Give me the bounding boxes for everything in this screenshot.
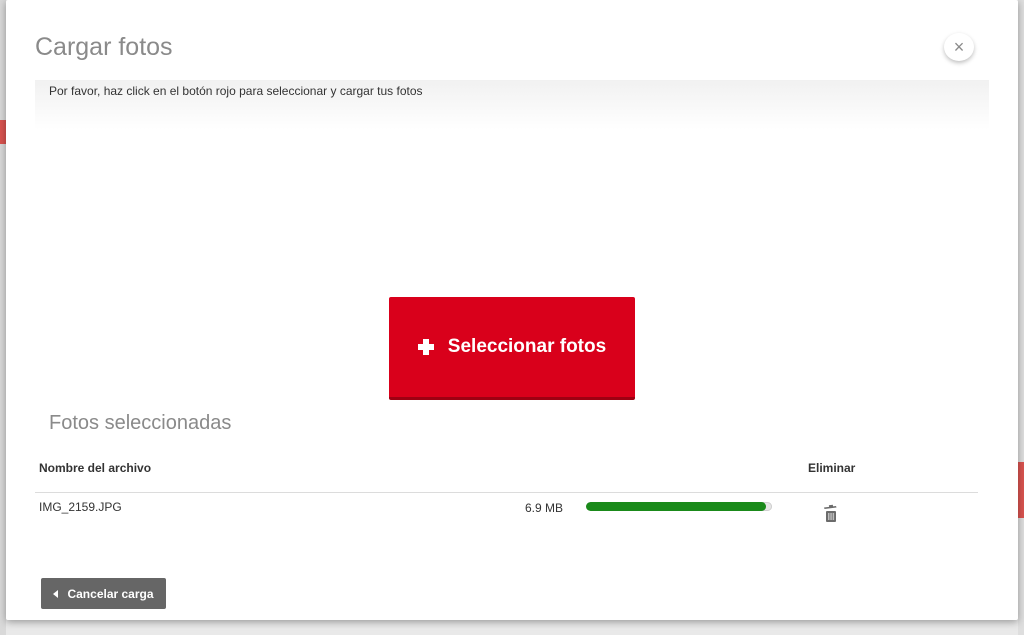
upload-progress-bar	[586, 502, 772, 511]
caret-left-icon	[53, 589, 59, 598]
file-size: 6.9 MB	[525, 501, 564, 515]
column-header-delete: Eliminar	[808, 461, 856, 475]
select-photos-button[interactable]: Seleccionar fotos	[389, 297, 635, 400]
backdrop-right	[1018, 0, 1024, 635]
plus-icon	[417, 339, 434, 355]
upload-progress-fill	[586, 502, 767, 511]
backdrop-accent-right	[1018, 462, 1024, 518]
modal-title: Cargar fotos	[35, 33, 173, 61]
close-button[interactable]: ×	[944, 33, 974, 61]
close-icon: ×	[953, 36, 965, 57]
cancel-upload-label: Cancelar carga	[67, 586, 154, 601]
cancel-upload-button[interactable]: Cancelar carga	[41, 578, 166, 609]
selected-photos-title: Fotos seleccionadas	[49, 412, 232, 434]
upload-photos-modal: Cargar fotos × Por favor, haz click en e…	[6, 0, 1018, 620]
header-divider	[35, 492, 978, 493]
trash-icon[interactable]	[821, 504, 841, 524]
instructions-text: Por favor, haz click en el botón rojo pa…	[49, 84, 423, 98]
file-name: IMG_2159.JPG	[39, 500, 122, 514]
select-photos-label: Seleccionar fotos	[447, 336, 607, 357]
instructions-panel: Por favor, haz click en el botón rojo pa…	[35, 80, 989, 130]
column-header-filename: Nombre del archivo	[39, 461, 152, 475]
